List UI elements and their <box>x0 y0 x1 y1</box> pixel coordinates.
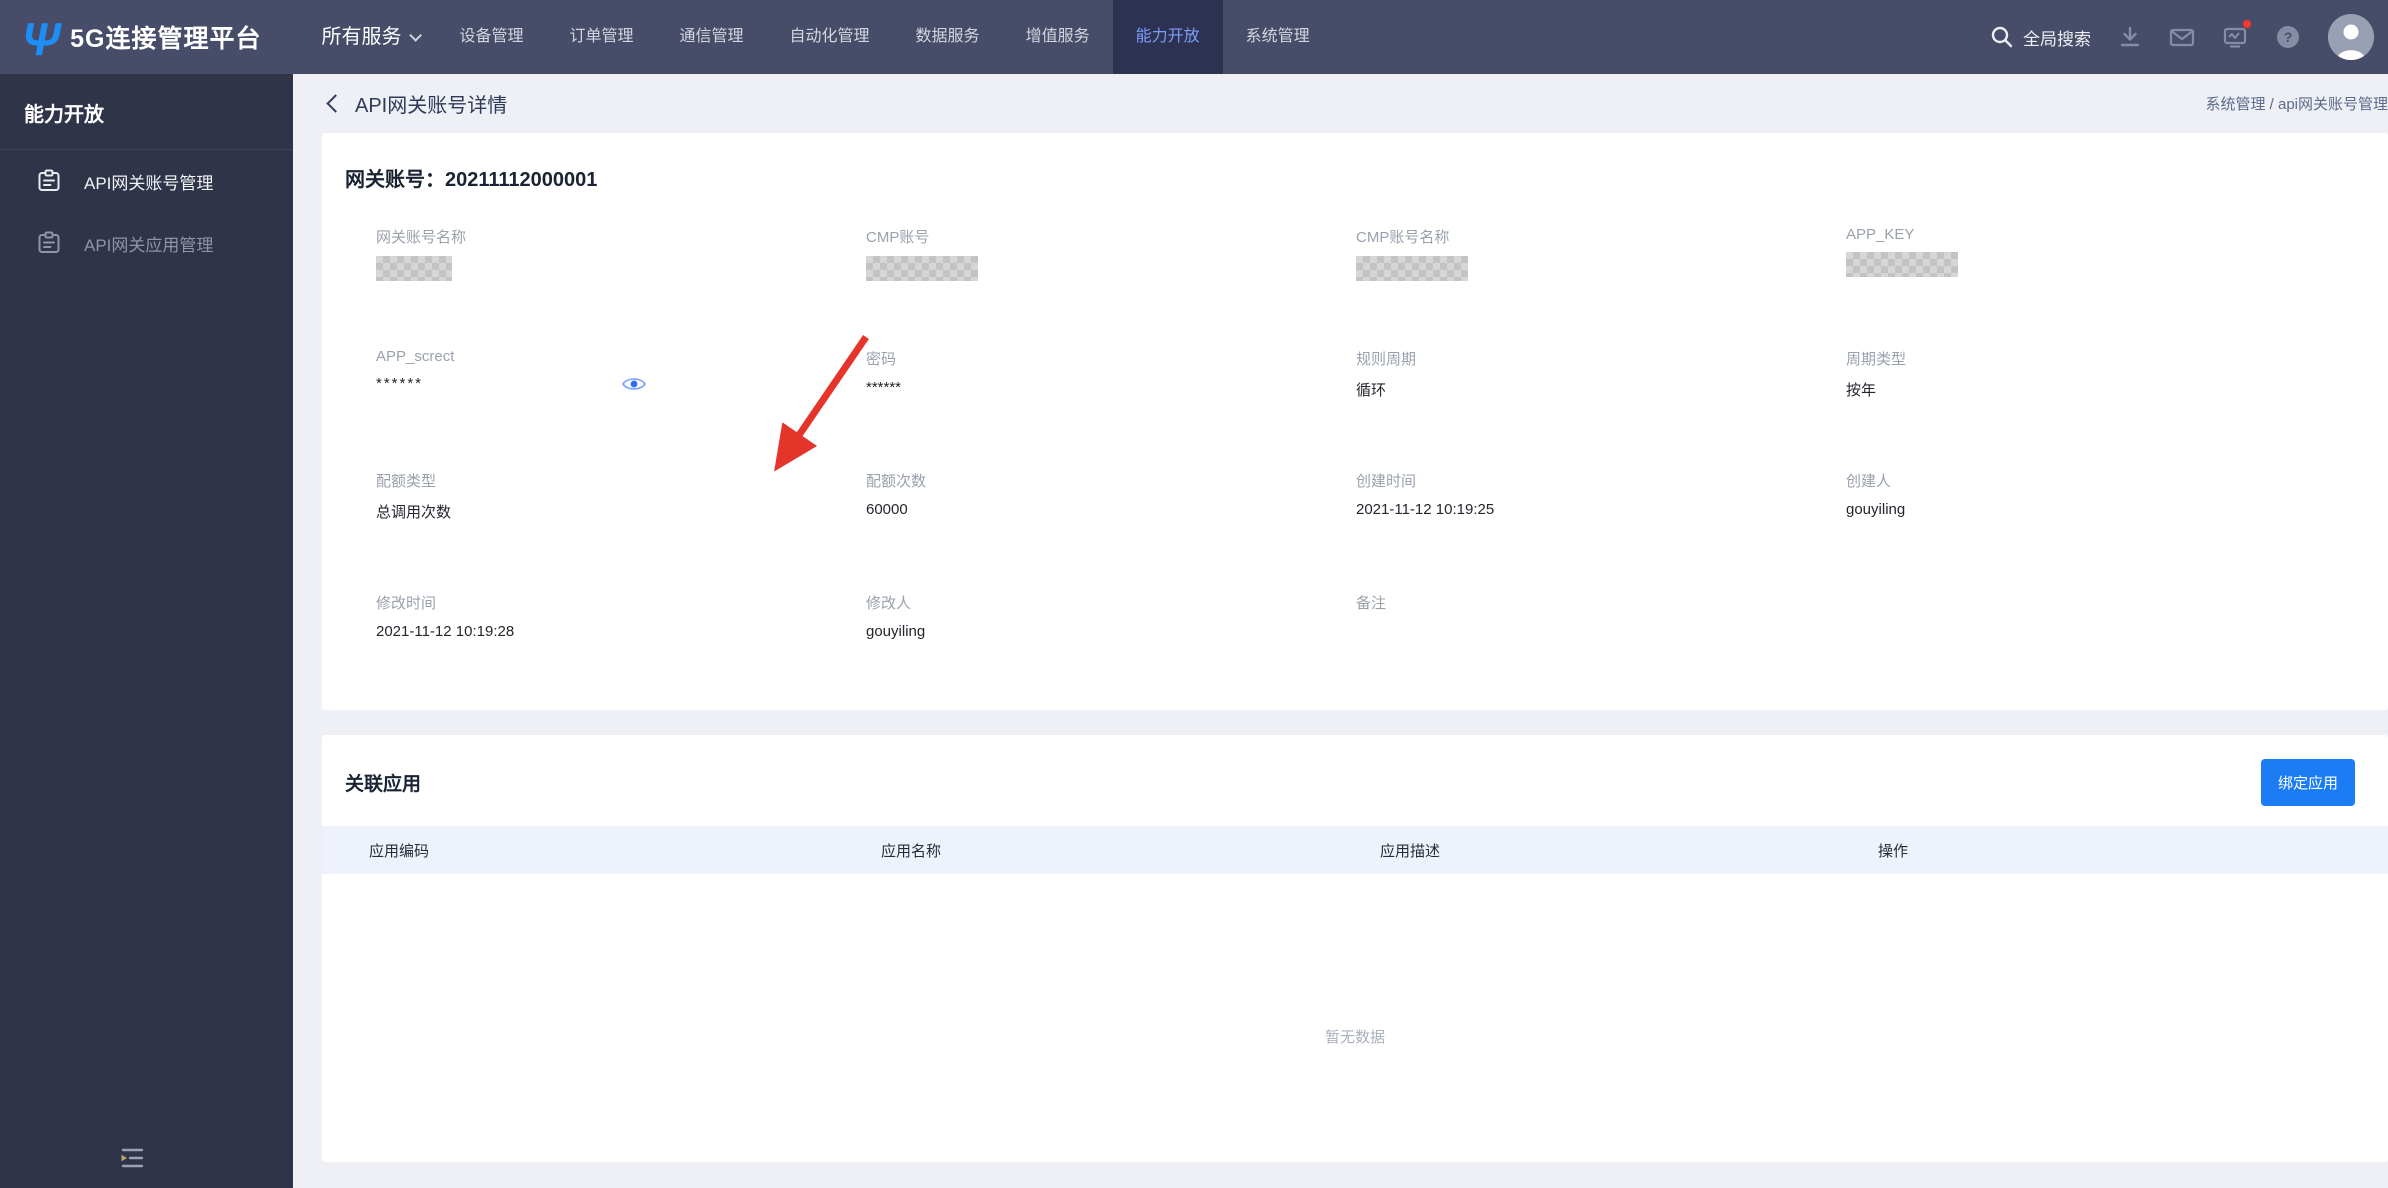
redacted-value <box>1356 256 1468 281</box>
notification-dot <box>2243 20 2251 28</box>
sidebar-title: 能力开放 <box>0 74 293 150</box>
top-navbar: Ψ 5G连接管理平台 所有服务 设备管理 订单管理 通信管理 自动化管理 数据服… <box>0 0 2388 74</box>
nav-item-value-added-service[interactable]: 增值服务 <box>1003 0 1113 74</box>
app-title: 5G连接管理平台 <box>70 25 262 53</box>
field-modify-time: 修改时间 2021-11-12 10:19:28 <box>376 595 515 640</box>
related-apps-card: 关联应用 绑定应用 应用编码 应用名称 应用描述 操作 暂无数据 <box>322 735 2388 1162</box>
download-icon[interactable] <box>2118 25 2142 49</box>
breadcrumb[interactable]: 系统管理 / api网关账号管理 <box>2205 93 2388 114</box>
field-cycle-type: 周期类型 按年 <box>1846 351 1907 399</box>
monitor-icon-wrap[interactable] <box>2222 20 2251 50</box>
sidebar: 能力开放 API网关账号管理 API网关应用管理 <box>0 74 293 1188</box>
nav-item-automation-mgmt[interactable]: 自动化管理 <box>767 0 893 74</box>
field-cmp-account-name: CMP账号名称 <box>1356 226 1846 348</box>
related-apps-title: 关联应用 <box>345 774 422 795</box>
field-create-time: 创建时间 2021-11-12 10:19:25 <box>1356 473 1495 518</box>
logo-icon: Ψ <box>22 13 61 65</box>
sidebar-item-api-gateway-app[interactable]: API网关应用管理 <box>0 212 293 274</box>
navbar-actions: 全局搜索 ? <box>1990 14 2388 60</box>
back-icon[interactable] <box>326 94 345 113</box>
page-header: API网关账号详情 系统管理 / api网关账号管理 <box>293 74 2388 133</box>
gateway-account-title: 网关账号：20211112000001 <box>345 169 598 191</box>
field-rule-cycle: 规则周期 循环 <box>1356 351 1417 399</box>
col-app-name: 应用名称 <box>881 842 942 860</box>
avatar[interactable] <box>2328 14 2374 60</box>
redacted-value <box>866 256 978 281</box>
col-app-desc: 应用描述 <box>1380 842 1441 860</box>
sidebar-item-label: API网关账号管理 <box>84 173 214 193</box>
main-nav: 所有服务 设备管理 订单管理 通信管理 自动化管理 数据服务 增值服务 能力开放… <box>303 0 1332 74</box>
field-app-key: APP_KEY <box>1846 226 2336 348</box>
monitor-icon <box>2223 27 2247 48</box>
person-icon <box>2328 14 2374 60</box>
field-remark: 备注 <box>1356 595 1387 612</box>
nav-item-capability-open[interactable]: 能力开放 <box>1112 0 1223 74</box>
col-actions: 操作 <box>1878 842 1909 860</box>
bind-app-button[interactable]: 绑定应用 <box>2260 759 2355 806</box>
related-apps-table-header: 应用编码 应用名称 应用描述 操作 <box>322 826 2388 874</box>
nav-item-all-services[interactable]: 所有服务 <box>303 0 436 74</box>
field-quota-count: 配额次数 60000 <box>866 473 927 518</box>
svg-text:?: ? <box>2284 29 2293 45</box>
field-gateway-account-name: 网关账号名称 <box>376 226 866 348</box>
field-app-secret: APP_screct ****** <box>376 348 866 470</box>
mail-icon[interactable] <box>2169 25 2195 49</box>
nav-item-comm-mgmt[interactable]: 通信管理 <box>657 0 767 74</box>
masked-password-value: ****** <box>866 379 902 396</box>
nav-item-all-services-label: 所有服务 <box>321 26 402 48</box>
sidebar-collapse-icon[interactable] <box>118 1145 146 1176</box>
search-icon <box>1991 26 2013 48</box>
nav-item-device-mgmt[interactable]: 设备管理 <box>436 0 546 74</box>
clipboard-icon <box>38 169 60 191</box>
nav-item-system-mgmt[interactable]: 系统管理 <box>1223 0 1333 74</box>
eye-icon[interactable] <box>621 376 647 392</box>
redacted-value <box>1846 252 1958 277</box>
masked-secret-value: ****** <box>376 375 424 392</box>
detail-field-grid: 网关账号名称 CMP账号 CMP账号名称 APP_KEY APP_screct … <box>322 226 2388 710</box>
help-icon[interactable]: ? <box>2275 24 2301 50</box>
page-title[interactable]: API网关账号详情 <box>355 89 507 118</box>
chevron-down-icon <box>409 28 423 42</box>
clipboard-icon <box>38 231 60 253</box>
sidebar-item-label: API网关应用管理 <box>84 235 214 255</box>
field-modifier: 修改人 gouyiling <box>866 595 926 640</box>
field-cmp-account: CMP账号 <box>866 226 1356 348</box>
global-search-label: 全局搜索 <box>2023 29 2091 49</box>
field-password: 密码 ****** <box>866 348 1356 470</box>
main-content: API网关账号详情 系统管理 / api网关账号管理 网关账号：20211112… <box>293 74 2388 1188</box>
global-search[interactable]: 全局搜索 <box>1990 25 2091 50</box>
nav-item-data-service[interactable]: 数据服务 <box>893 0 1003 74</box>
col-app-code: 应用编码 <box>369 842 430 860</box>
field-quota-type: 配额类型 总调用次数 <box>376 473 452 521</box>
redacted-value <box>376 256 452 281</box>
gateway-account-detail-card: 网关账号：20211112000001 网关账号名称 CMP账号 CMP账号名称… <box>322 133 2388 710</box>
empty-data-text: 暂无数据 <box>1324 1029 1385 1046</box>
app-logo: Ψ 5G连接管理平台 <box>22 13 262 65</box>
field-creator: 创建人 gouyiling <box>1846 473 1906 518</box>
nav-item-order-mgmt[interactable]: 订单管理 <box>547 0 657 74</box>
sidebar-item-api-gateway-account[interactable]: API网关账号管理 <box>0 150 293 212</box>
